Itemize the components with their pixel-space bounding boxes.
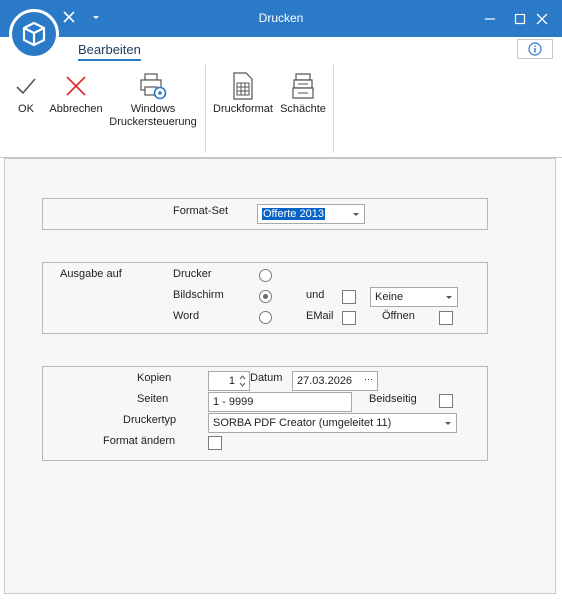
spin-arrows-icon[interactable] <box>238 373 247 389</box>
datum-field[interactable]: 27.03.2026 ··· <box>292 371 378 391</box>
minimize-icon <box>485 17 495 20</box>
ausgabe-group: Ausgabe auf Drucker Bildschirm Word und … <box>42 262 488 334</box>
abbrechen-button[interactable]: Abbrechen <box>48 69 104 116</box>
schaechte-button[interactable]: Schächte <box>278 69 328 116</box>
oeffnen-label: Öffnen <box>382 310 415 322</box>
format-aendern-label: Format ändern <box>103 435 176 447</box>
beidseitig-label: Beidseitig <box>369 393 417 405</box>
datum-value: 27.03.2026 <box>297 375 353 387</box>
email-checkbox[interactable] <box>342 311 356 325</box>
datum-picker-button[interactable]: ··· <box>364 374 373 384</box>
checkmark-icon <box>16 78 36 95</box>
word-radio[interactable] <box>259 311 272 324</box>
ausgabe-label: Ausgabe auf <box>60 268 122 280</box>
cancel-icon <box>66 76 86 96</box>
paper-trays-icon <box>292 73 314 99</box>
format-set-group: Format-Set Offerte 2013 <box>42 198 488 230</box>
drucker-radio[interactable] <box>259 269 272 282</box>
document-grid-icon <box>233 72 253 100</box>
ribbon-separator <box>205 65 206 153</box>
windows-label-line1: Windows <box>130 103 176 115</box>
email-label: EMail <box>306 310 334 322</box>
tab-bearbeiten[interactable]: Bearbeiten <box>78 42 141 61</box>
ribbon-separator <box>333 65 334 153</box>
format-aendern-checkbox[interactable] <box>208 436 222 450</box>
chevron-down-icon <box>446 296 452 299</box>
kopien-stepper[interactable]: 1 <box>208 371 250 391</box>
kopien-label: Kopien <box>137 372 172 384</box>
kopien-value: 1 <box>228 375 235 387</box>
format-set-value: Offerte 2013 <box>262 208 325 220</box>
druck-group: Kopien 1 Datum 27.03.2026 ··· Seiten 1 -… <box>42 366 488 461</box>
ok-button[interactable]: OK <box>6 69 46 116</box>
chevron-down-icon <box>445 422 451 425</box>
beidseitig-checkbox[interactable] <box>439 394 453 408</box>
close-icon <box>536 13 548 24</box>
app-logo[interactable] <box>9 9 59 59</box>
schaechte-label: Schächte <box>280 103 326 115</box>
oeffnen-checkbox[interactable] <box>439 311 453 325</box>
bildschirm-label: Bildschirm <box>173 289 224 301</box>
druckformat-button[interactable]: Druckformat <box>210 69 276 116</box>
seiten-input[interactable]: 1 - 9999 <box>208 392 352 412</box>
bildschirm-radio[interactable] <box>259 290 272 303</box>
windows-druckersteuerung-button[interactable]: Windows Druckersteuerung <box>108 69 198 129</box>
windows-label-line2: Druckersteuerung <box>109 116 197 128</box>
abbrechen-label: Abbrechen <box>49 103 103 115</box>
format-set-label: Format-Set <box>173 205 229 217</box>
word-label: Word <box>173 310 200 322</box>
drucker-label: Drucker <box>173 268 212 280</box>
ribbon: Bearbeiten OK Abbrechen Windows Druckers… <box>0 37 562 158</box>
chevron-down-icon <box>353 213 359 216</box>
cube-icon <box>22 21 46 47</box>
info-button[interactable] <box>517 39 553 59</box>
und-dropdown[interactable]: Keine <box>370 287 458 307</box>
druckformat-label: Druckformat <box>213 103 273 115</box>
ok-label: OK <box>18 103 34 115</box>
druckertyp-dropdown[interactable]: SORBA PDF Creator (umgeleitet 11) <box>208 413 457 433</box>
dialog-content: Format-Set Offerte 2013 Ausgabe auf Druc… <box>4 158 556 594</box>
und-checkbox[interactable] <box>342 290 356 304</box>
datum-label: Datum <box>250 372 283 384</box>
und-label: und <box>306 289 325 301</box>
druckertyp-label: Druckertyp <box>123 414 177 426</box>
seiten-value: 1 - 9999 <box>213 396 254 408</box>
close-window-button[interactable] <box>522 0 562 37</box>
info-icon <box>528 42 542 56</box>
printer-settings-icon <box>140 73 167 100</box>
und-dropdown-value: Keine <box>375 291 404 303</box>
seiten-label: Seiten <box>137 393 169 405</box>
druckertyp-value: SORBA PDF Creator (umgeleitet 11) <box>213 417 392 429</box>
format-set-dropdown[interactable]: Offerte 2013 <box>257 204 365 224</box>
title-bar: Drucken <box>0 0 562 37</box>
